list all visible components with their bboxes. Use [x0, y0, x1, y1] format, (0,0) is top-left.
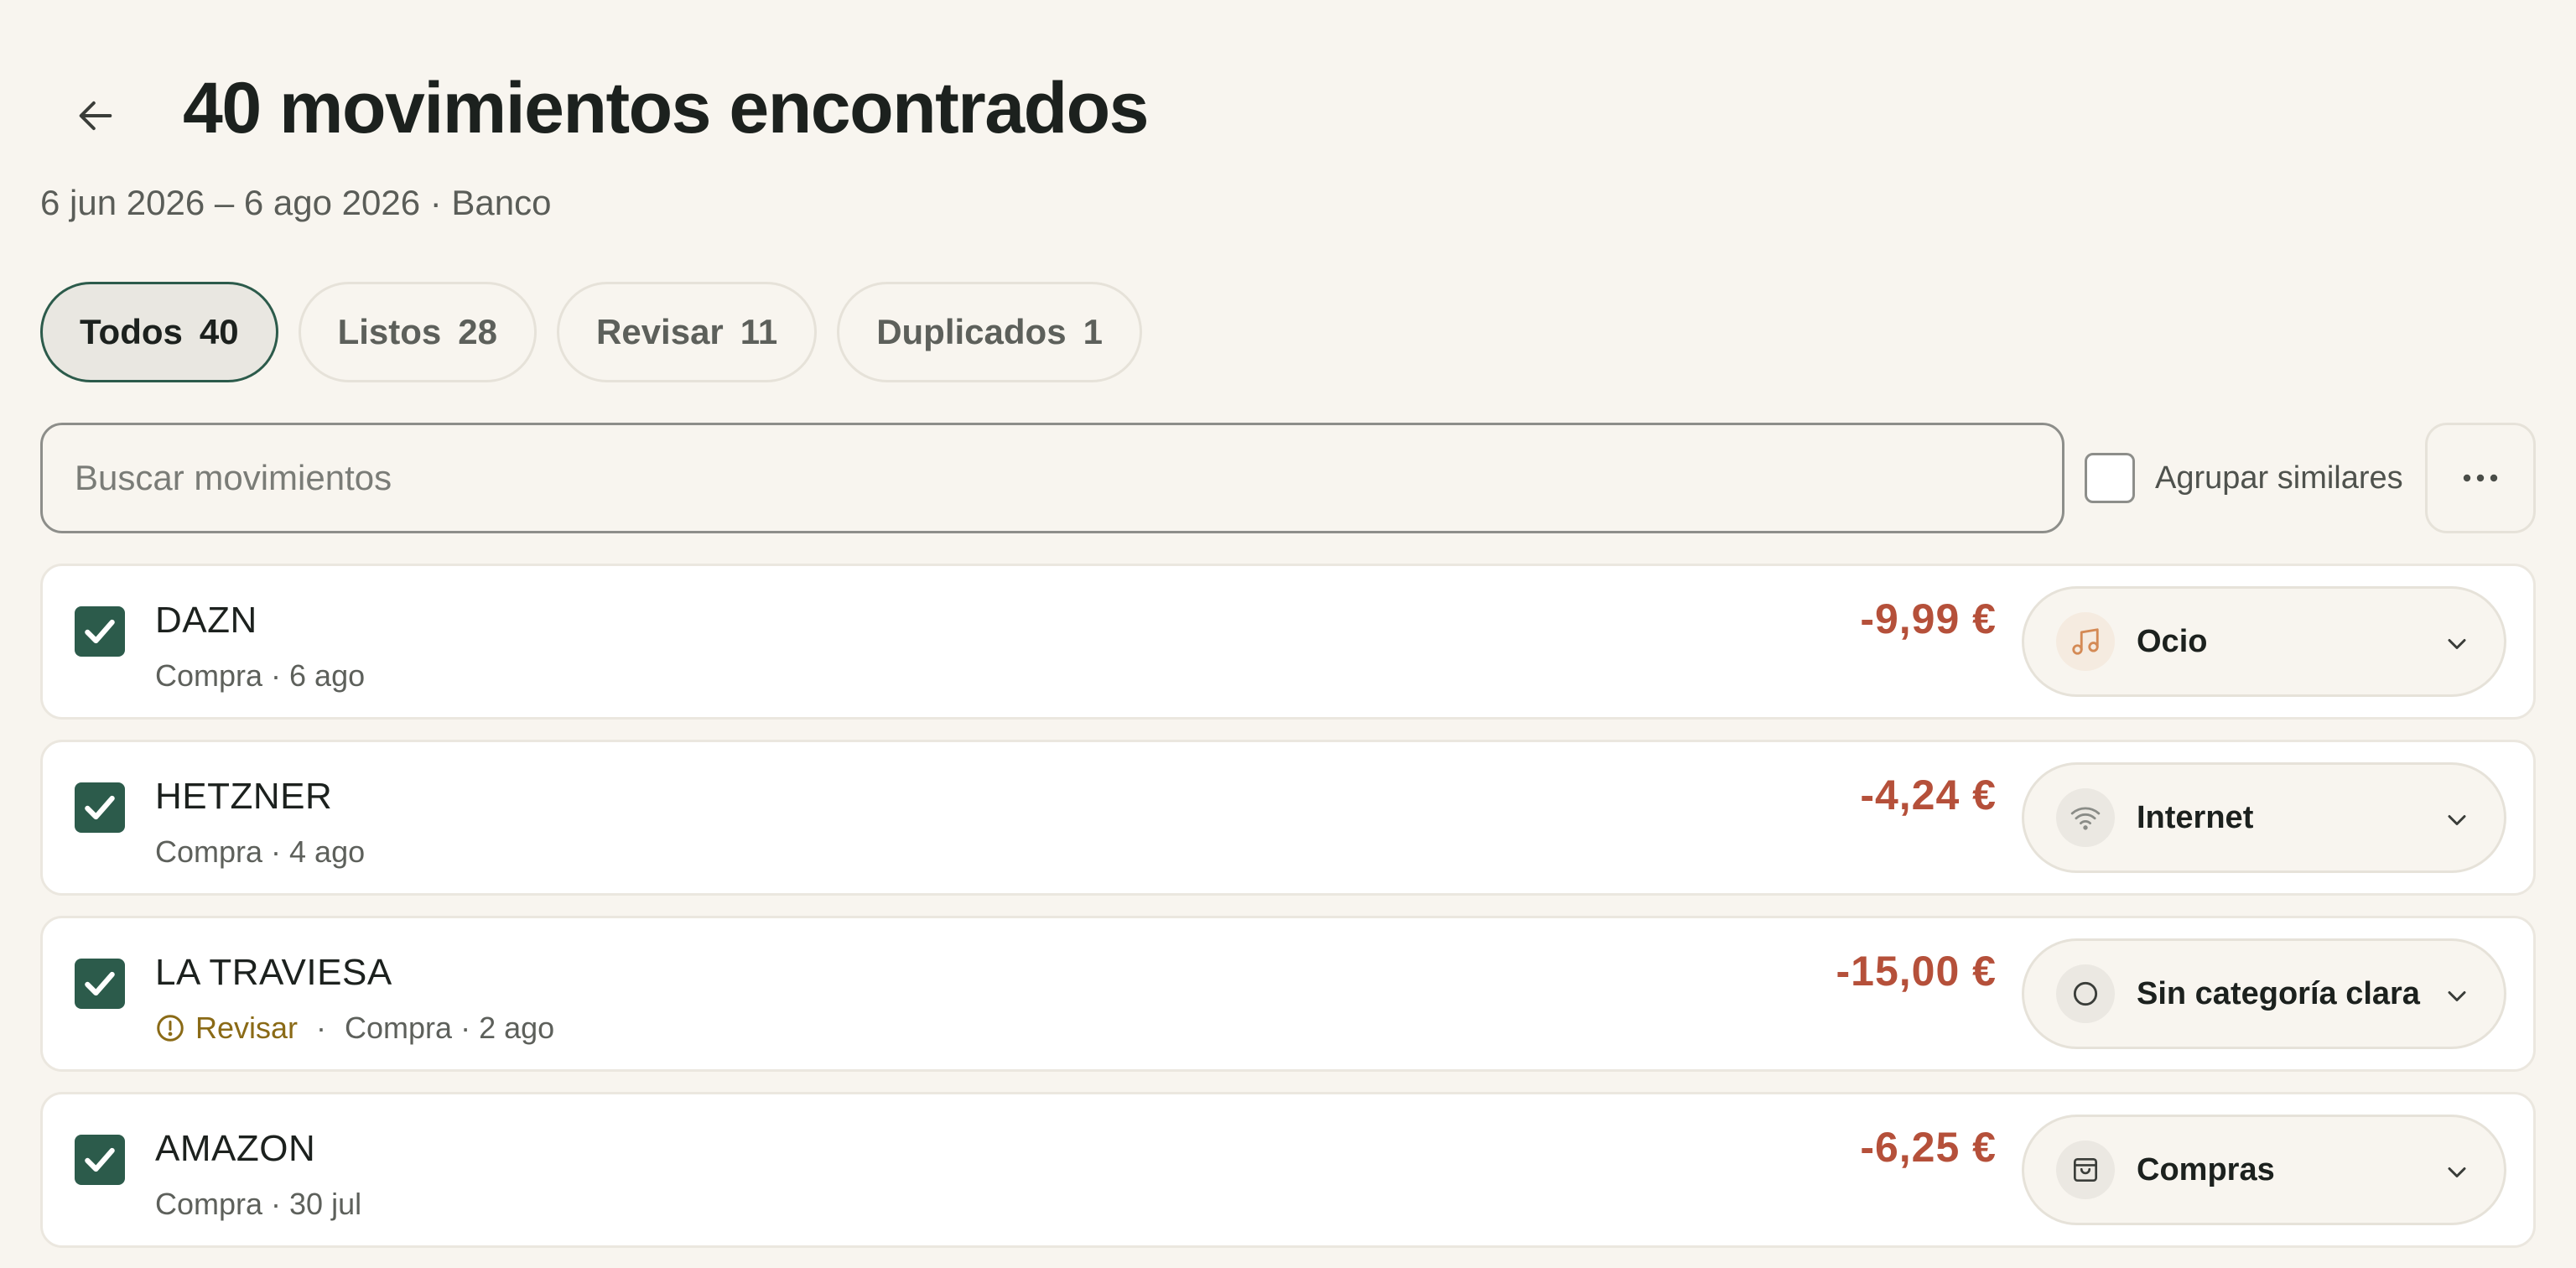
back-button[interactable] — [62, 84, 129, 148]
transaction-row[interactable]: DAZN Compra · 6 ago -9,99 € Ocio — [40, 564, 2536, 720]
category-select[interactable]: Sin categoría clara — [2022, 938, 2506, 1049]
transaction-row[interactable]: LA TRAVIESA Revisar · Compra · 2 ago -15… — [40, 916, 2536, 1072]
check-icon — [85, 619, 115, 644]
merchant-name: AMAZON — [155, 1128, 316, 1169]
wifi-icon — [2070, 807, 2101, 830]
tab-label: Todos — [80, 312, 183, 351]
more-options-button[interactable] — [2425, 423, 2536, 533]
search-box — [40, 423, 2064, 533]
tab-label: Duplicados — [876, 312, 1067, 351]
transaction-meta: Compra · 4 ago — [155, 834, 366, 869]
check-icon — [85, 795, 115, 820]
transaction-amount: -4,24 € — [1860, 772, 1997, 818]
category-icon-wrap — [2056, 1141, 2115, 1199]
row-checkbox[interactable] — [75, 782, 125, 833]
transaction-row[interactable]: AMAZON Compra · 30 jul -6,25 € Compras — [40, 1092, 2536, 1248]
filter-tabs: Todos 40 Listos 28 Revisar 11 Duplicados… — [40, 282, 1142, 382]
review-badge: Revisar — [155, 1011, 298, 1046]
circle-icon — [2073, 981, 2098, 1006]
category-icon-wrap — [2056, 964, 2115, 1023]
chevron-down-icon — [2448, 815, 2466, 825]
transaction-meta: Revisar · Compra · 2 ago — [155, 1011, 554, 1046]
movements-page: 40 movimientos encontrados 6 jun 2026 – … — [0, 0, 2576, 1268]
group-similar-label: Agrupar similares — [2155, 460, 2403, 496]
category-select[interactable]: Internet — [2022, 762, 2506, 873]
category-icon-wrap — [2056, 788, 2115, 847]
category-icon-wrap — [2056, 612, 2115, 671]
tab-listos[interactable]: Listos 28 — [298, 282, 537, 382]
search-input[interactable] — [75, 458, 2030, 498]
category-select[interactable]: Compras — [2022, 1115, 2506, 1225]
group-similar-toggle[interactable]: Agrupar similares — [2085, 453, 2403, 503]
date-range-subtitle: 6 jun 2026 – 6 ago 2026 · Banco — [40, 183, 552, 222]
review-label: Revisar — [195, 1011, 299, 1045]
page-title: 40 movimientos encontrados — [183, 68, 1149, 148]
tab-duplicados[interactable]: Duplicados 1 — [837, 282, 1142, 382]
music-icon — [2072, 628, 2099, 655]
row-checkbox[interactable] — [75, 1135, 125, 1185]
tab-count: 40 — [199, 312, 239, 351]
tab-revisar[interactable]: Revisar 11 — [557, 282, 818, 382]
transaction-meta: Compra · 30 jul — [155, 1187, 362, 1221]
transaction-amount: -9,99 € — [1860, 595, 1997, 642]
row-checkbox[interactable] — [75, 959, 125, 1009]
chevron-down-icon — [2448, 1167, 2466, 1177]
meta-separator: · — [316, 1011, 327, 1045]
category-select[interactable]: Ocio — [2022, 586, 2506, 697]
merchant-name: LA TRAVIESA — [155, 952, 392, 993]
check-icon — [85, 971, 115, 996]
transaction-amount: -15,00 € — [1836, 948, 1997, 995]
row-checkbox[interactable] — [75, 606, 125, 657]
group-similar-checkbox[interactable] — [2085, 453, 2135, 503]
alert-circle-icon — [157, 1015, 184, 1042]
tab-label: Revisar — [596, 312, 724, 351]
category-label: Internet — [2137, 799, 2254, 835]
check-icon — [85, 1147, 115, 1172]
tab-count: 1 — [1083, 312, 1103, 351]
chevron-down-icon — [2448, 991, 2466, 1001]
tab-label: Listos — [337, 312, 442, 351]
transaction-meta-text: Compra · 2 ago — [345, 1011, 555, 1045]
tab-todos[interactable]: Todos 40 — [40, 282, 278, 382]
shopping-bag-icon — [2073, 1157, 2098, 1182]
transaction-row[interactable]: HETZNER Compra · 4 ago -4,24 € Internet — [40, 740, 2536, 896]
category-label: Compras — [2137, 1151, 2275, 1187]
category-label: Ocio — [2137, 623, 2208, 659]
merchant-name: DAZN — [155, 600, 257, 641]
transaction-amount: -6,25 € — [1860, 1124, 1997, 1171]
more-horizontal-icon — [2463, 474, 2498, 482]
transaction-meta: Compra · 6 ago — [155, 658, 366, 693]
arrow-left-icon — [79, 101, 112, 131]
chevron-down-icon — [2448, 639, 2466, 649]
tab-count: 11 — [740, 312, 778, 351]
category-label: Sin categoría clara — [2137, 975, 2420, 1011]
tab-count: 28 — [458, 312, 497, 351]
merchant-name: HETZNER — [155, 776, 333, 817]
